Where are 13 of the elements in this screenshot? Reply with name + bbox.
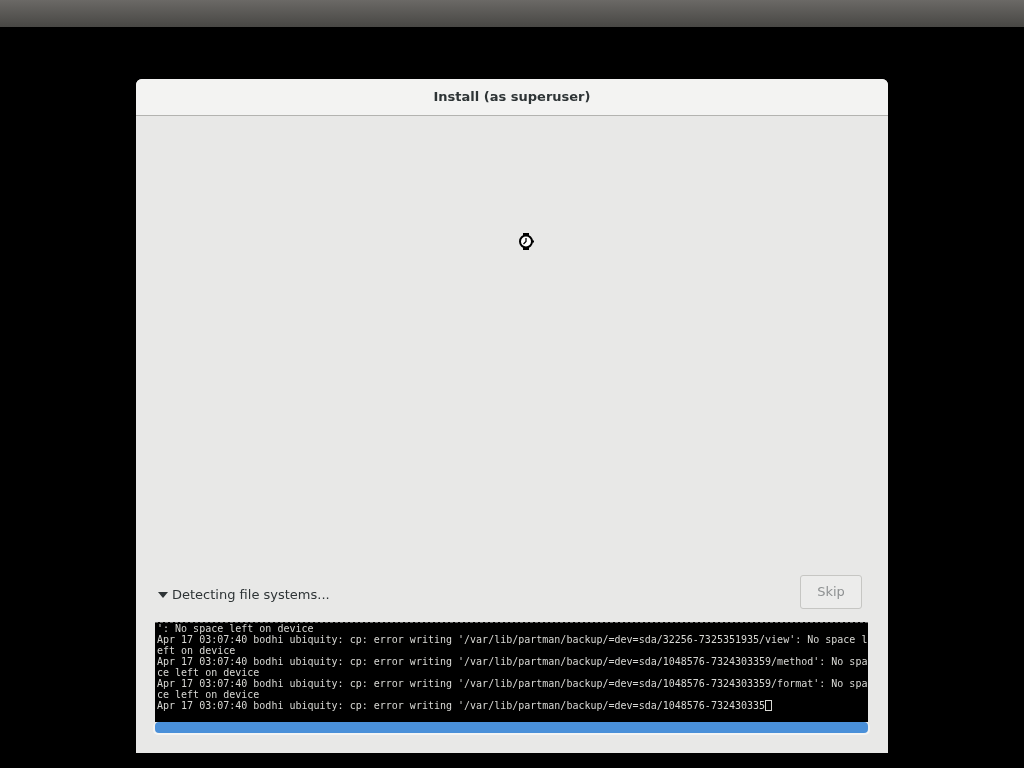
window-title: Install (as superuser) xyxy=(433,88,591,107)
log-line: ce left on device xyxy=(157,667,260,678)
log-line: Apr 17 03:07:40 bodhi ubiquity: cp: error writing '/var/lib/partman/backup/=dev=sda/1048576-7324303359/format': No spa xyxy=(157,678,868,689)
expander-toggle[interactable]: Detecting file systems... xyxy=(158,585,330,605)
log-line: ': No space left on device xyxy=(157,623,314,634)
busy-watch-cursor-icon xyxy=(518,233,534,250)
caret-icon xyxy=(158,592,168,598)
log-line: Apr 17 03:07:40 bodhi ubiquity: cp: error writing '/var/lib/partman/backup/=dev=sda/32256-7325351935/view': No space l xyxy=(157,634,868,645)
log-line: ce left on device xyxy=(157,689,260,700)
log-line: Apr 17 03:07:40 bodhi ubiquity: cp: error writing '/var/lib/partman/backup/=dev=sda/1048576-732430335 xyxy=(157,700,766,711)
text-cursor-icon xyxy=(765,700,773,711)
log-line: eft on device xyxy=(157,645,236,656)
log-line: Apr 17 03:07:40 bodhi ubiquity: cp: error writing '/var/lib/partman/backup/=dev=sda/1048576-7324303359/method': No spa xyxy=(157,656,868,667)
